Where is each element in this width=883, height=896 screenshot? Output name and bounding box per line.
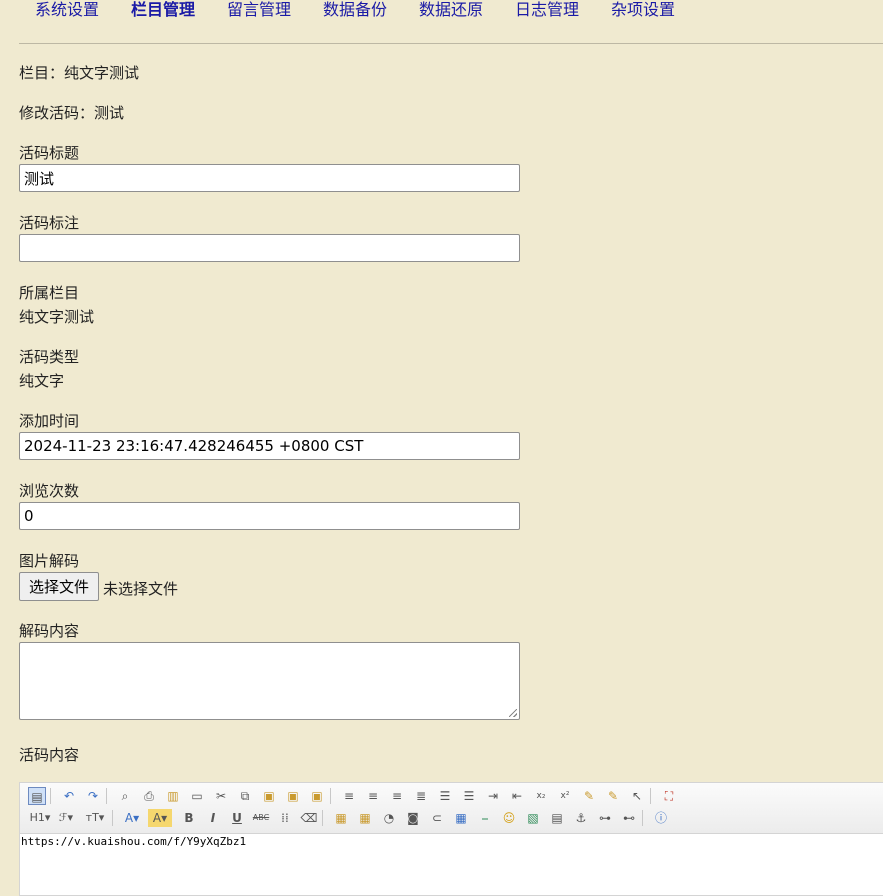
column-value: 纯文字测试 bbox=[19, 308, 95, 326]
nav-data-backup[interactable]: 数据备份 bbox=[323, 0, 387, 20]
undo-icon[interactable]: ↶ bbox=[60, 787, 78, 805]
decode-label: 解码内容 bbox=[19, 622, 80, 640]
title-label: 活码标题 bbox=[19, 144, 80, 162]
select-all-icon[interactable]: ✎ bbox=[604, 787, 622, 805]
toolbar-separator bbox=[50, 788, 51, 804]
help-icon[interactable]: ⓘ bbox=[652, 809, 670, 827]
toolbar-separator bbox=[642, 810, 643, 826]
time-input[interactable] bbox=[19, 432, 520, 460]
align-right-icon[interactable]: ≡ bbox=[388, 787, 406, 805]
highlight-color-icon[interactable]: A▾ bbox=[148, 809, 172, 827]
italic-icon[interactable]: I bbox=[204, 809, 222, 827]
paste-word-icon[interactable]: ▣ bbox=[308, 787, 326, 805]
type-value: 纯文字 bbox=[19, 372, 65, 390]
font-color-icon[interactable]: A▾ bbox=[120, 809, 144, 827]
content-label: 活码内容 bbox=[19, 746, 80, 764]
copy-icon[interactable]: ⧉ bbox=[236, 787, 254, 805]
font-size-icon[interactable]: тT▾ bbox=[82, 809, 108, 827]
nav-message-management[interactable]: 留言管理 bbox=[227, 0, 291, 20]
multi-image-icon[interactable]: ▦ bbox=[356, 809, 374, 827]
flash-icon[interactable]: ◔ bbox=[380, 809, 398, 827]
toolbar-separator bbox=[330, 788, 331, 804]
redo-icon[interactable]: ↷ bbox=[84, 787, 102, 805]
clear-format-icon[interactable]: ✎ bbox=[580, 787, 598, 805]
preview-icon[interactable]: ⌕ bbox=[116, 787, 134, 805]
eraser-icon[interactable]: ⌫ bbox=[300, 809, 318, 827]
nav-data-restore[interactable]: 数据还原 bbox=[419, 0, 483, 20]
strikethrough-icon[interactable]: ABC bbox=[252, 809, 270, 827]
paste-text-icon[interactable]: ▣ bbox=[284, 787, 302, 805]
horizontal-rule-icon[interactable]: ⎯ bbox=[476, 809, 494, 827]
resize-handle[interactable] bbox=[509, 709, 517, 717]
superscript-icon[interactable]: x² bbox=[556, 787, 574, 805]
nav-misc-settings[interactable]: 杂项设置 bbox=[611, 0, 675, 20]
nav-divider bbox=[19, 43, 883, 44]
link-icon[interactable]: ⊶ bbox=[596, 809, 614, 827]
views-input[interactable] bbox=[19, 502, 520, 530]
ordered-list-icon[interactable]: ☰ bbox=[436, 787, 454, 805]
paste-icon[interactable]: ▣ bbox=[260, 787, 278, 805]
editor-content[interactable]: https://v.kuaishou.com/f/Y9yXqZbz1 bbox=[20, 835, 246, 848]
note-input[interactable] bbox=[19, 234, 520, 262]
align-center-icon[interactable]: ≡ bbox=[364, 787, 382, 805]
line-height-icon[interactable]: ⁞⁞ bbox=[276, 809, 294, 827]
print-icon[interactable]: ⎙ bbox=[140, 787, 158, 805]
outdent-icon[interactable]: ⇤ bbox=[508, 787, 526, 805]
edit-info: 修改活码：测试 bbox=[19, 104, 125, 122]
media-icon[interactable]: ◙ bbox=[404, 809, 422, 827]
toolbar-separator bbox=[650, 788, 651, 804]
toolbar-separator bbox=[322, 810, 323, 826]
template-icon[interactable]: ▥ bbox=[164, 787, 182, 805]
toolbar-separator bbox=[106, 788, 107, 804]
toolbar-separator bbox=[112, 810, 113, 826]
views-label: 浏览次数 bbox=[19, 482, 80, 500]
map-icon[interactable]: ▧ bbox=[524, 809, 542, 827]
column-info: 栏目：纯文字测试 bbox=[19, 64, 140, 82]
heading-icon[interactable]: H1▾ bbox=[28, 809, 52, 827]
emoticon-icon[interactable]: ☺ bbox=[500, 809, 518, 827]
source-icon[interactable]: ▤ bbox=[28, 787, 46, 805]
font-family-icon[interactable]: ℱ▾ bbox=[54, 809, 78, 827]
unlink-icon[interactable]: ⊷ bbox=[620, 809, 638, 827]
time-label: 添加时间 bbox=[19, 412, 80, 430]
pointer-icon[interactable]: ↖ bbox=[628, 787, 646, 805]
cut-icon[interactable]: ✂ bbox=[212, 787, 230, 805]
underline-icon[interactable]: U bbox=[228, 809, 246, 827]
subscript-icon[interactable]: x₂ bbox=[532, 787, 550, 805]
decode-textarea[interactable] bbox=[19, 642, 520, 720]
anchor-icon[interactable]: ⚓ bbox=[572, 809, 590, 827]
bold-icon[interactable]: B bbox=[180, 809, 198, 827]
top-nav: 系统设置 栏目管理 留言管理 数据备份 数据还原 日志管理 杂项设置 bbox=[19, 0, 883, 24]
title-input[interactable] bbox=[19, 164, 520, 192]
editor-toolbar: ▤ ↶ ↷ ⌕ ⎙ ▥ ▭ ✂ ⧉ ▣ ▣ ▣ ≡ ≡ ≡ ≣ ☰ ☰ ⇥ ⇤ … bbox=[20, 783, 883, 834]
align-justify-icon[interactable]: ≣ bbox=[412, 787, 430, 805]
align-left-icon[interactable]: ≡ bbox=[340, 787, 358, 805]
attachment-icon[interactable]: ⊂ bbox=[428, 809, 446, 827]
code-icon[interactable]: ▭ bbox=[188, 787, 206, 805]
image-insert-icon[interactable]: ▦ bbox=[332, 809, 350, 827]
nav-system-settings[interactable]: 系统设置 bbox=[35, 0, 99, 20]
note-label: 活码标注 bbox=[19, 214, 80, 232]
file-status: 未选择文件 bbox=[103, 580, 179, 598]
choose-file-button[interactable]: 选择文件 bbox=[19, 572, 99, 601]
table-icon[interactable]: ▦ bbox=[452, 809, 470, 827]
nav-log-management[interactable]: 日志管理 bbox=[515, 0, 579, 20]
bullet-list-icon[interactable]: ☰ bbox=[460, 787, 478, 805]
nav-column-management[interactable]: 栏目管理 bbox=[131, 0, 195, 20]
type-label: 活码类型 bbox=[19, 348, 80, 366]
column-label: 所属栏目 bbox=[19, 284, 80, 302]
image-label: 图片解码 bbox=[19, 552, 80, 570]
page-break-icon[interactable]: ▤ bbox=[548, 809, 566, 827]
fullscreen-icon[interactable]: ⛶ bbox=[660, 787, 678, 805]
indent-icon[interactable]: ⇥ bbox=[484, 787, 502, 805]
rich-text-editor[interactable]: ▤ ↶ ↷ ⌕ ⎙ ▥ ▭ ✂ ⧉ ▣ ▣ ▣ ≡ ≡ ≡ ≣ ☰ ☰ ⇥ ⇤ … bbox=[19, 782, 883, 896]
